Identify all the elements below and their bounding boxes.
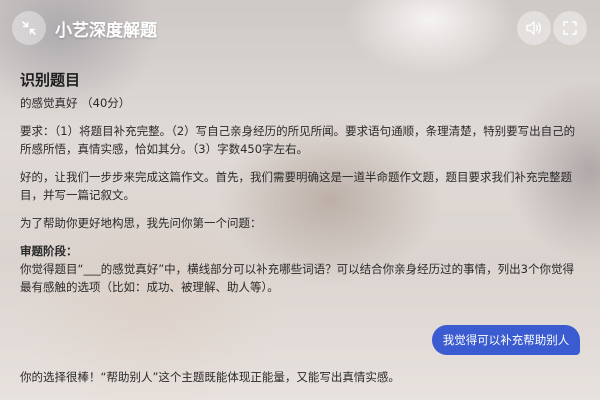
assistant-lead: 为了帮助你更好地构思，我先问你第一个问题： (20, 216, 262, 230)
stage-label: 审题阶段： (20, 244, 78, 258)
sound-button[interactable] (517, 11, 551, 45)
question-heading: 识别题目 (20, 71, 81, 89)
question-requirement: 要求：（1）将题目补充完整。（2）写自己亲身经历的所见所闻。要求语句通顺，条理清… (20, 124, 576, 156)
user-message-bubble: 我觉得可以补充帮助别人 (432, 325, 580, 355)
collapse-button[interactable] (12, 11, 46, 45)
fullscreen-icon (563, 21, 577, 35)
collapse-icon (22, 21, 36, 35)
header-bar: 小艺深度解题 (0, 0, 600, 56)
assistant-reply: 你的选择很棒！“帮助别人”这个主题既能体现正能量，又能写出真情实感。 (20, 370, 400, 384)
speaker-icon (526, 21, 541, 35)
assistant-intro: 好的，让我们一步步来完成这篇作文。首先，我们需要明确这是一道半命题作文题，题目要… (20, 170, 572, 202)
question-subtitle: 的感觉真好 （40分） (20, 96, 131, 110)
conversation-content: 识别题目 的感觉真好 （40分） 要求：（1）将题目补充完整。（2）写自己亲身经… (20, 70, 580, 296)
fullscreen-button[interactable] (553, 11, 587, 45)
page-title: 小艺深度解题 (55, 21, 157, 41)
stage-question: 你觉得题目“___的感觉真好”中，横线部分可以补充哪些词语？可以结合你亲身经历过… (20, 262, 574, 294)
